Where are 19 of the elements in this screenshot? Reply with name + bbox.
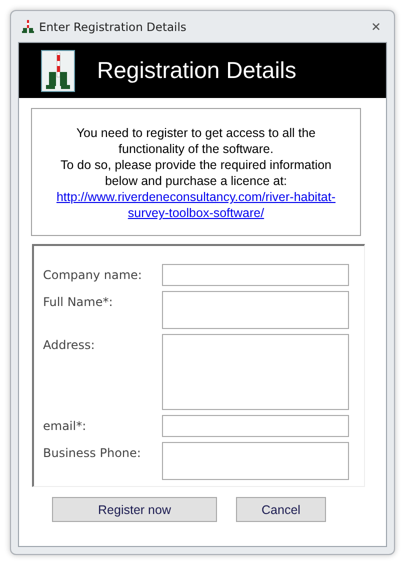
input-field[interactable] [162, 291, 349, 329]
field-label: Business Phone: [43, 445, 141, 460]
field-label: Full Name*: [43, 294, 113, 309]
info-message: You need to register to get access to all the functionality of the software. To do so, please provide the required information below and purchase a licence at: [60, 125, 332, 189]
input-field[interactable] [162, 334, 349, 410]
boots-icon [41, 50, 75, 92]
close-button[interactable]: ✕ [367, 20, 385, 34]
boots-icon [21, 20, 35, 34]
header-title: Registration Details [97, 57, 296, 84]
register-button[interactable]: Register now [52, 497, 217, 522]
input-field[interactable] [162, 415, 349, 437]
input-field[interactable] [162, 264, 349, 286]
window-title: Enter Registration Details [39, 20, 188, 34]
field-label: Address: [43, 337, 95, 352]
input-field[interactable] [162, 442, 349, 480]
field-label: email*: [43, 418, 86, 433]
website-link[interactable]: http://www.riverdeneconsultancy.com/river-habitat-survey-toolbox-software/ [56, 189, 336, 221]
field-label: Company name: [43, 267, 142, 282]
cancel-button[interactable]: Cancel [236, 497, 326, 522]
